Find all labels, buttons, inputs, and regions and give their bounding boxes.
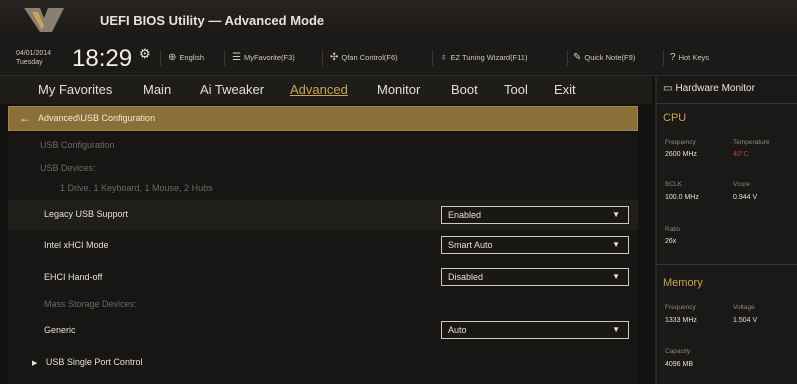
- usb-devices-label: USB Devices:: [40, 163, 96, 173]
- ratio-label: Ratio: [665, 226, 681, 233]
- breadcrumb-path: Advanced\USB Configuration: [38, 113, 156, 123]
- cpu-frequency-label: Frequency: [665, 139, 696, 146]
- help-key-icon: ?: [670, 52, 676, 63]
- intel-xhci-mode-label: Intel xHCI Mode: [44, 240, 109, 250]
- divider: [160, 50, 161, 66]
- tab-exit[interactable]: Exit: [554, 82, 576, 97]
- window-title: UEFI BIOS Utility — Advanced Mode: [100, 13, 325, 28]
- title-bar: UEFI BIOS Utility — Advanced Mode: [0, 0, 797, 42]
- ehci-hand-off-value: Disabled: [448, 272, 484, 282]
- ehci-hand-off-select[interactable]: Disabled ▼: [441, 268, 629, 286]
- usb-devices-summary: 1 Drive, 1 Keyboard, 1 Mouse, 2 Hubs: [60, 183, 213, 193]
- bulb-icon: ♁: [440, 52, 448, 63]
- ratio-value: 26x: [665, 238, 677, 245]
- usb-single-port-control-link[interactable]: ▶ USB Single Port Control: [32, 357, 142, 367]
- generic-device-label: Generic: [44, 325, 76, 335]
- hardware-monitor-panel: ▭ Hardware Monitor CPU Frequency Tempera…: [655, 76, 797, 384]
- generic-device-value: Auto: [448, 325, 467, 335]
- divider: [322, 50, 323, 66]
- tab-tool[interactable]: Tool: [504, 82, 528, 97]
- legacy-usb-support-select[interactable]: Enabled ▼: [441, 206, 629, 224]
- globe-icon: ⊕: [168, 52, 177, 63]
- hardware-monitor-title: ▭ Hardware Monitor: [663, 83, 755, 94]
- hot-keys-button[interactable]: ? Hot Keys: [670, 52, 709, 63]
- my-favorites-label: MyFavorite(F3): [243, 53, 295, 62]
- divider: [657, 264, 797, 265]
- mass-storage-devices-label: Mass Storage Devices:: [44, 299, 137, 309]
- chevron-down-icon: ▼: [612, 210, 620, 219]
- settings-panel: USB Configuration USB Devices: 1 Drive, …: [8, 133, 638, 384]
- vcore-label: Vcore: [733, 181, 750, 188]
- ez-tuning-wizard-button[interactable]: ♁ EZ Tuning Wizard(F11): [440, 52, 527, 63]
- chevron-right-icon: ▶: [32, 360, 38, 367]
- usb-single-port-control-label: USB Single Port Control: [45, 357, 143, 367]
- language-label: English: [179, 53, 204, 62]
- quick-note-label: Quick Note(F9): [584, 53, 636, 62]
- memory-capacity-value: 4096 MB: [665, 361, 694, 368]
- vcore-value: 0.944 V: [733, 194, 758, 201]
- cpu-section-title: CPU: [663, 112, 687, 124]
- chevron-down-icon: ▼: [612, 272, 620, 281]
- day-text: Tuesday: [16, 59, 43, 66]
- memory-section-title: Memory: [663, 277, 703, 289]
- tab-boot[interactable]: Boot: [451, 82, 478, 97]
- tab-main[interactable]: Main: [143, 82, 171, 97]
- cpu-frequency-value: 2600 MHz: [665, 151, 697, 158]
- clock-settings-gear-icon[interactable]: ⚙: [139, 46, 151, 62]
- clock: 18:29: [72, 45, 133, 72]
- chevron-down-icon: ▼: [612, 240, 620, 249]
- tab-ai-tweaker[interactable]: Ai Tweaker: [200, 82, 264, 97]
- breadcrumb[interactable]: ← Advanced\USB Configuration: [8, 106, 638, 131]
- hardware-monitor-label: Hardware Monitor: [675, 83, 755, 94]
- chevron-down-icon: ▼: [612, 325, 620, 334]
- divider: [663, 50, 664, 66]
- intel-xhci-mode-select[interactable]: Smart Auto ▼: [441, 236, 629, 254]
- memory-voltage-label: Voltage: [733, 304, 755, 311]
- favorite-list-icon: ☰: [232, 52, 241, 63]
- memory-frequency-value: 1333 MHz: [665, 317, 697, 324]
- bclk-label: BCLK: [665, 181, 682, 188]
- monitor-icon: ▭: [663, 83, 673, 94]
- memory-voltage-value: 1.504 V: [733, 317, 758, 324]
- tab-my-favorites[interactable]: My Favorites: [38, 82, 112, 97]
- divider: [224, 50, 225, 66]
- ez-tuning-label: EZ Tuning Wizard(F11): [450, 53, 528, 62]
- intel-xhci-mode-value: Smart Auto: [448, 240, 493, 250]
- date-display: 04/01/2014 Tuesday: [16, 49, 51, 67]
- hot-keys-label: Hot Keys: [678, 53, 709, 62]
- cpu-temperature-label: Temperature: [733, 139, 770, 146]
- tab-monitor[interactable]: Monitor: [377, 82, 420, 97]
- divider: [567, 50, 568, 66]
- usb-configuration-heading: USB Configuration: [40, 140, 115, 150]
- date-text: 04/01/2014: [16, 50, 52, 57]
- tuf-logo-icon: [24, 8, 64, 32]
- qfan-label: Qfan Control(F6): [341, 53, 398, 62]
- legacy-usb-support-label: Legacy USB Support: [44, 209, 129, 219]
- bclk-value: 100.0 MHz: [665, 194, 699, 201]
- note-icon: ✎: [573, 52, 582, 63]
- legacy-usb-support-value: Enabled: [448, 210, 482, 220]
- info-bar: 04/01/2014 Tuesday 18:29 ⚙ ⊕ English ☰ M…: [0, 42, 797, 76]
- fan-icon: ✣: [330, 52, 339, 63]
- tab-advanced[interactable]: Advanced: [290, 82, 348, 97]
- language-button[interactable]: ⊕ English: [168, 52, 204, 63]
- generic-device-select[interactable]: Auto ▼: [441, 321, 629, 339]
- menu-tabs: My Favorites Main Ai Tweaker Advanced Mo…: [0, 76, 652, 104]
- qfan-control-button[interactable]: ✣ Qfan Control(F6): [330, 52, 398, 63]
- cpu-temperature-value: 40°C: [733, 151, 749, 158]
- my-favorites-button[interactable]: ☰ MyFavorite(F3): [232, 52, 295, 63]
- memory-frequency-label: Frequency: [665, 304, 696, 311]
- ehci-hand-off-label: EHCI Hand-off: [44, 272, 103, 282]
- memory-capacity-label: Capacity: [665, 348, 691, 355]
- quick-note-button[interactable]: ✎ Quick Note(F9): [573, 52, 635, 63]
- divider: [432, 50, 433, 66]
- back-arrow-icon[interactable]: ←: [19, 111, 31, 125]
- divider: [657, 103, 797, 104]
